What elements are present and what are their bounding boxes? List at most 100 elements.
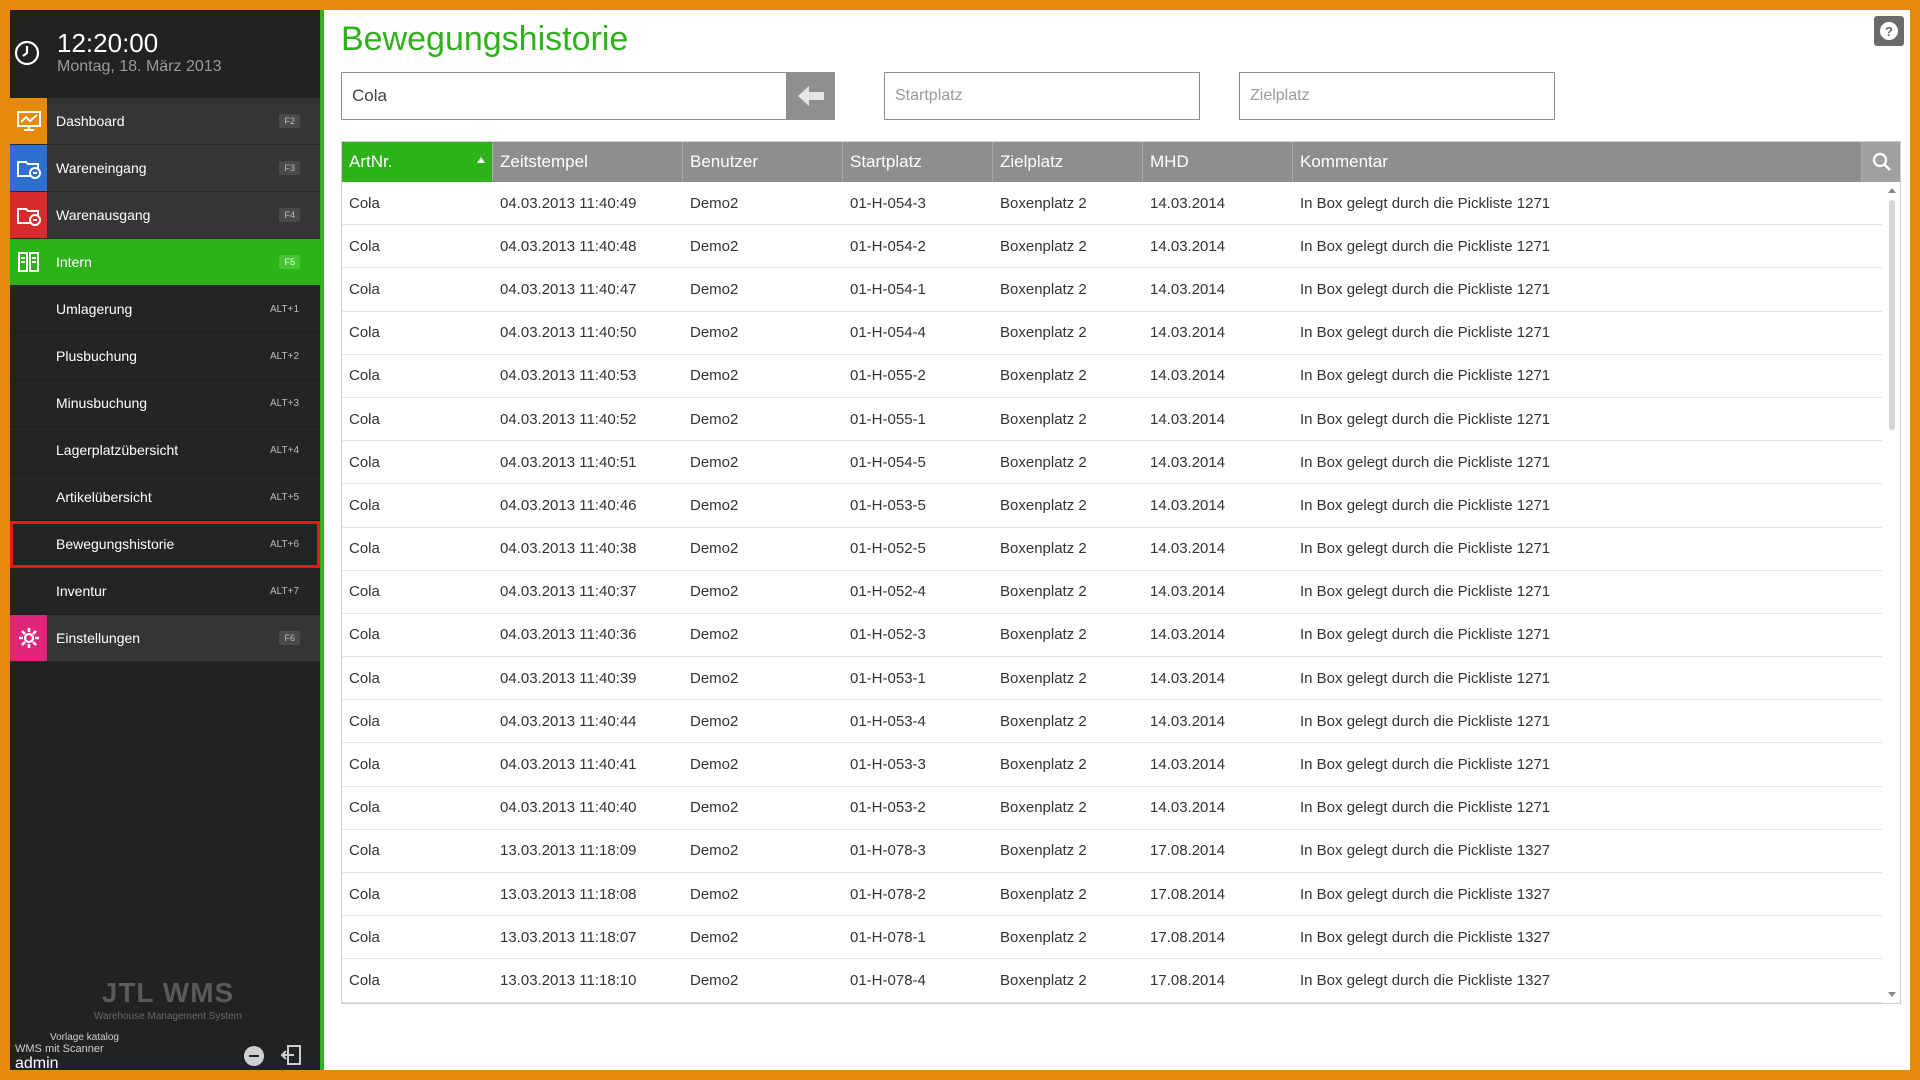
- table-row[interactable]: Cola 13.03.2013 11:18:09 Demo2 01-H-078-3 Bo…: [342, 830, 1882, 873]
- logout-icon[interactable]: [280, 1044, 302, 1066]
- table-row[interactable]: Cola 04.03.2013 11:40:49 Demo2 01-H-054-3 Bo…: [342, 182, 1882, 226]
- help-button[interactable]: ?: [1874, 16, 1904, 46]
- table-scrollbar[interactable]: [1882, 182, 1900, 1003]
- page-title: Bewegungshistorie: [341, 20, 629, 58]
- sidebar-item-einstellungen[interactable]: Einstellungen F6: [10, 615, 320, 662]
- table-row[interactable]: Cola 13.03.2013 11:18:10 Demo2 01-H-078-4 Bo…: [342, 959, 1882, 1003]
- minimize-button[interactable]: [244, 1046, 264, 1066]
- cell-zielplatz: Boxenplatz 2: [1000, 496, 1087, 514]
- article-search-input[interactable]: Cola: [341, 72, 787, 120]
- table-row[interactable]: Cola 04.03.2013 11:40:36 Demo2 01-H-052-3 Bo…: [342, 614, 1882, 658]
- table-row[interactable]: Cola 04.03.2013 11:40:37 Demo2 01-H-052-4 Bo…: [342, 571, 1882, 614]
- cell-zeitstempel: 04.03.2013 11:40:40: [500, 799, 637, 817]
- table-row[interactable]: Cola 13.03.2013 11:18:08 Demo2 01-H-078-2 Bo…: [342, 873, 1882, 917]
- zielplatz-field[interactable]: Zielplatz: [1239, 72, 1555, 120]
- sidebar-item-inventur[interactable]: Inventur ALT+7: [10, 568, 320, 615]
- sidebar-item-wareneingang[interactable]: Wareneingang F3: [10, 145, 320, 192]
- startplatz-field[interactable]: Startplatz: [884, 72, 1200, 120]
- footer-profile-label: Vorlage katalog: [50, 1032, 119, 1043]
- shortcut-badge: F5: [279, 255, 300, 269]
- cell-mhd: 14.03.2014: [1150, 756, 1226, 774]
- settings-icon: [10, 615, 47, 661]
- column-header-label: Zeitstempel: [500, 152, 588, 171]
- cell-mhd: 17.08.2014: [1150, 971, 1226, 989]
- cell-startplatz: 01-H-054-5: [850, 453, 926, 471]
- cell-mhd: 17.08.2014: [1150, 885, 1226, 903]
- scrollbar-thumb[interactable]: [1889, 200, 1895, 430]
- cell-artnr: Cola: [349, 885, 380, 903]
- column-header-kommentar[interactable]: Kommentar: [1293, 142, 1862, 182]
- cell-zeitstempel: 04.03.2013 11:40:37: [500, 583, 637, 601]
- column-header-zeitstempel[interactable]: Zeitstempel: [493, 142, 683, 182]
- cell-benutzer: Demo2: [690, 842, 739, 860]
- cell-zielplatz: Boxenplatz 2: [1000, 583, 1087, 601]
- cell-artnr: Cola: [349, 626, 380, 644]
- table-search-button[interactable]: [1862, 142, 1900, 182]
- column-header-artnr[interactable]: ArtNr.: [342, 142, 493, 182]
- cell-mhd: 17.08.2014: [1150, 928, 1226, 946]
- sidebar-item-lagerplatzuebersicht[interactable]: Lagerplatzübersicht ALT+4: [10, 427, 320, 474]
- column-header-startplatz[interactable]: Startplatz: [843, 142, 993, 182]
- clock-date: Montag, 18. März 2013: [57, 58, 222, 75]
- column-header-label: ArtNr.: [349, 152, 393, 171]
- cell-startplatz: 01-H-054-1: [850, 280, 926, 298]
- sidebar-item-intern[interactable]: Intern F5: [10, 239, 320, 286]
- sidebar-item-umlagerung[interactable]: Umlagerung ALT+1: [10, 286, 320, 333]
- cell-benutzer: Demo2: [690, 885, 739, 903]
- sidebar: 12:20:00 Montag, 18. März 2013 Dashboard…: [10, 10, 320, 1070]
- cell-benutzer: Demo2: [690, 799, 739, 817]
- cell-zielplatz: Boxenplatz 2: [1000, 410, 1087, 428]
- sidebar-item-label: Dashboard: [56, 113, 125, 129]
- logo-text: JTL WMS: [101, 977, 235, 1008]
- logo-subtitle: Warehouse Management System: [93, 1011, 243, 1022]
- table-row[interactable]: Cola 04.03.2013 11:40:52 Demo2 01-H-055-1 Bo…: [342, 398, 1882, 442]
- table-row[interactable]: Cola 04.03.2013 11:40:51 Demo2 01-H-054-5 Bo…: [342, 441, 1882, 485]
- column-header-zielplatz[interactable]: Zielplatz: [993, 142, 1143, 182]
- cell-mhd: 14.03.2014: [1150, 324, 1226, 342]
- help-icon: ?: [1880, 22, 1898, 40]
- sidebar-item-artikeluebersicht[interactable]: Artikelübersicht ALT+5: [10, 474, 320, 521]
- cell-benutzer: Demo2: [690, 280, 739, 298]
- clear-search-button[interactable]: [787, 72, 835, 120]
- scroll-up-icon[interactable]: [1888, 188, 1896, 193]
- table-row[interactable]: Cola 04.03.2013 11:40:40 Demo2 01-H-053-2 Bo…: [342, 787, 1882, 830]
- cell-artnr: Cola: [349, 971, 380, 989]
- table-row[interactable]: Cola 04.03.2013 11:40:46 Demo2 01-H-053-5 Bo…: [342, 484, 1882, 528]
- cell-kommentar: In Box gelegt durch die Pickliste 1271: [1300, 324, 1551, 342]
- sidebar-item-plusbuchung[interactable]: Plusbuchung ALT+2: [10, 333, 320, 380]
- current-user: admin: [15, 1055, 59, 1070]
- column-header-mhd[interactable]: MHD: [1143, 142, 1293, 182]
- cell-zielplatz: Boxenplatz 2: [1000, 928, 1087, 946]
- table-row[interactable]: Cola 04.03.2013 11:40:48 Demo2 01-H-054-2 Bo…: [342, 225, 1882, 269]
- table-row[interactable]: Cola 04.03.2013 11:40:50 Demo2 01-H-054-4 Bo…: [342, 312, 1882, 355]
- scroll-down-icon[interactable]: [1888, 992, 1896, 997]
- column-header-benutzer[interactable]: Benutzer: [683, 142, 843, 182]
- sidebar-item-minusbuchung[interactable]: Minusbuchung ALT+3: [10, 380, 320, 427]
- shortcut-badge: ALT+3: [270, 397, 299, 409]
- table-row[interactable]: Cola 04.03.2013 11:40:38 Demo2 01-H-052-5 Bo…: [342, 528, 1882, 571]
- cell-kommentar: In Box gelegt durch die Pickliste 1271: [1300, 712, 1551, 730]
- table-row[interactable]: Cola 04.03.2013 11:40:44 Demo2 01-H-053-4 Bo…: [342, 700, 1882, 744]
- footer-mode-label: WMS mit Scanner: [15, 1043, 104, 1055]
- sidebar-item-label: Wareneingang: [56, 160, 147, 176]
- table-row[interactable]: Cola 04.03.2013 11:40:53 Demo2 01-H-055-2 Bo…: [342, 355, 1882, 398]
- table-row[interactable]: Cola 04.03.2013 11:40:39 Demo2 01-H-053-1 Bo…: [342, 657, 1882, 701]
- shortcut-badge: F6: [279, 631, 300, 645]
- cell-zeitstempel: 04.03.2013 11:40:52: [500, 410, 637, 428]
- cell-benutzer: Demo2: [690, 712, 739, 730]
- sidebar-item-dashboard[interactable]: Dashboard F2: [10, 98, 320, 145]
- table-row[interactable]: Cola 04.03.2013 11:40:47 Demo2 01-H-054-1 Bo…: [342, 268, 1882, 312]
- sidebar-item-bewegungshistorie[interactable]: Bewegungshistorie ALT+6: [10, 521, 320, 568]
- cell-zielplatz: Boxenplatz 2: [1000, 367, 1087, 385]
- search-icon: [1872, 152, 1891, 171]
- cell-startplatz: 01-H-078-2: [850, 885, 926, 903]
- sidebar-item-warenausgang[interactable]: Warenausgang F4: [10, 192, 320, 239]
- cell-mhd: 14.03.2014: [1150, 583, 1226, 601]
- cell-zeitstempel: 04.03.2013 11:40:41: [500, 756, 637, 774]
- sidebar-item-label: Intern: [56, 254, 92, 270]
- clock-icon: [14, 40, 40, 66]
- cell-startplatz: 01-H-054-4: [850, 324, 926, 342]
- table-row[interactable]: Cola 13.03.2013 11:18:07 Demo2 01-H-078-1 Bo…: [342, 916, 1882, 960]
- cell-startplatz: 01-H-054-2: [850, 237, 926, 255]
- table-row[interactable]: Cola 04.03.2013 11:40:41 Demo2 01-H-053-3 Bo…: [342, 743, 1882, 787]
